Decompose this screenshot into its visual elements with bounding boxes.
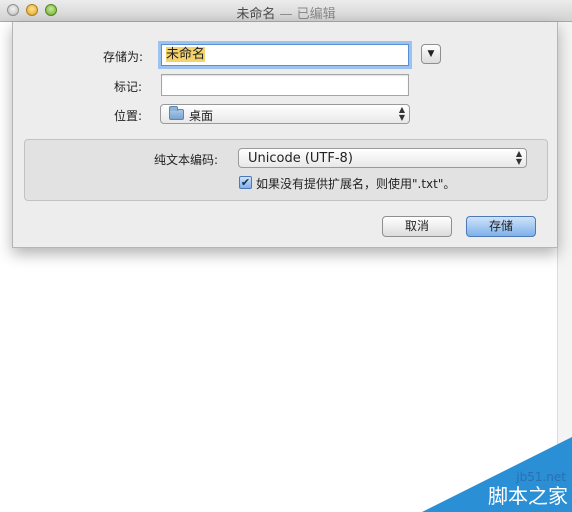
window-titlebar: 未命名 — 已编辑 (0, 0, 572, 22)
format-options-panel: 纯文本编码: Unicode (UTF-8) ▲ ▼ ✔ 如果没有提供扩展名，则使… (24, 139, 548, 201)
up-down-arrows-icon: ▲ ▼ (398, 105, 405, 122)
chevron-down-icon: ▼ (427, 49, 435, 59)
expand-dialog-button[interactable]: ▼ (421, 44, 441, 64)
save-as-value: 未命名 (166, 47, 206, 62)
extension-checkbox-label: 如果没有提供扩展名，则使用".txt"。 (256, 177, 456, 191)
save-as-field[interactable]: 未命名 (161, 44, 409, 66)
folder-icon (169, 106, 184, 120)
tags-label: 标记: (114, 80, 143, 94)
document-name: 未命名 (236, 7, 276, 22)
edited-status: 已编辑 (296, 7, 336, 22)
watermark-name: 脚本之家 (488, 484, 568, 508)
encoding-label: 纯文本编码: (154, 153, 219, 167)
encoding-value: Unicode (UTF-8) (248, 151, 353, 166)
tags-field[interactable] (161, 74, 409, 96)
save-as-label: 存储为: (103, 50, 144, 64)
location-popup[interactable]: 桌面 ▲ ▼ (160, 104, 410, 124)
up-down-arrows-icon: ▲ ▼ (515, 149, 522, 166)
window-title: 未命名 — 已编辑 (0, 3, 572, 22)
extension-checkbox[interactable]: ✔ (239, 176, 252, 189)
checkmark-icon: ✔ (240, 176, 251, 189)
location-label: 位置: (114, 109, 143, 123)
save-button[interactable]: 存储 (466, 216, 536, 237)
location-value: 桌面 (189, 109, 214, 123)
save-dialog-sheet: 存储为: 未命名 ▼ 标记: 位置: 桌面 ▲ ▼ 纯文本编码: Unicode … (12, 22, 558, 248)
cancel-button[interactable]: 取消 (382, 216, 452, 237)
encoding-popup[interactable]: Unicode (UTF-8) ▲ ▼ (238, 148, 527, 168)
site-watermark: jb51.net 脚本之家 (422, 432, 572, 512)
title-separator: — (275, 7, 297, 22)
